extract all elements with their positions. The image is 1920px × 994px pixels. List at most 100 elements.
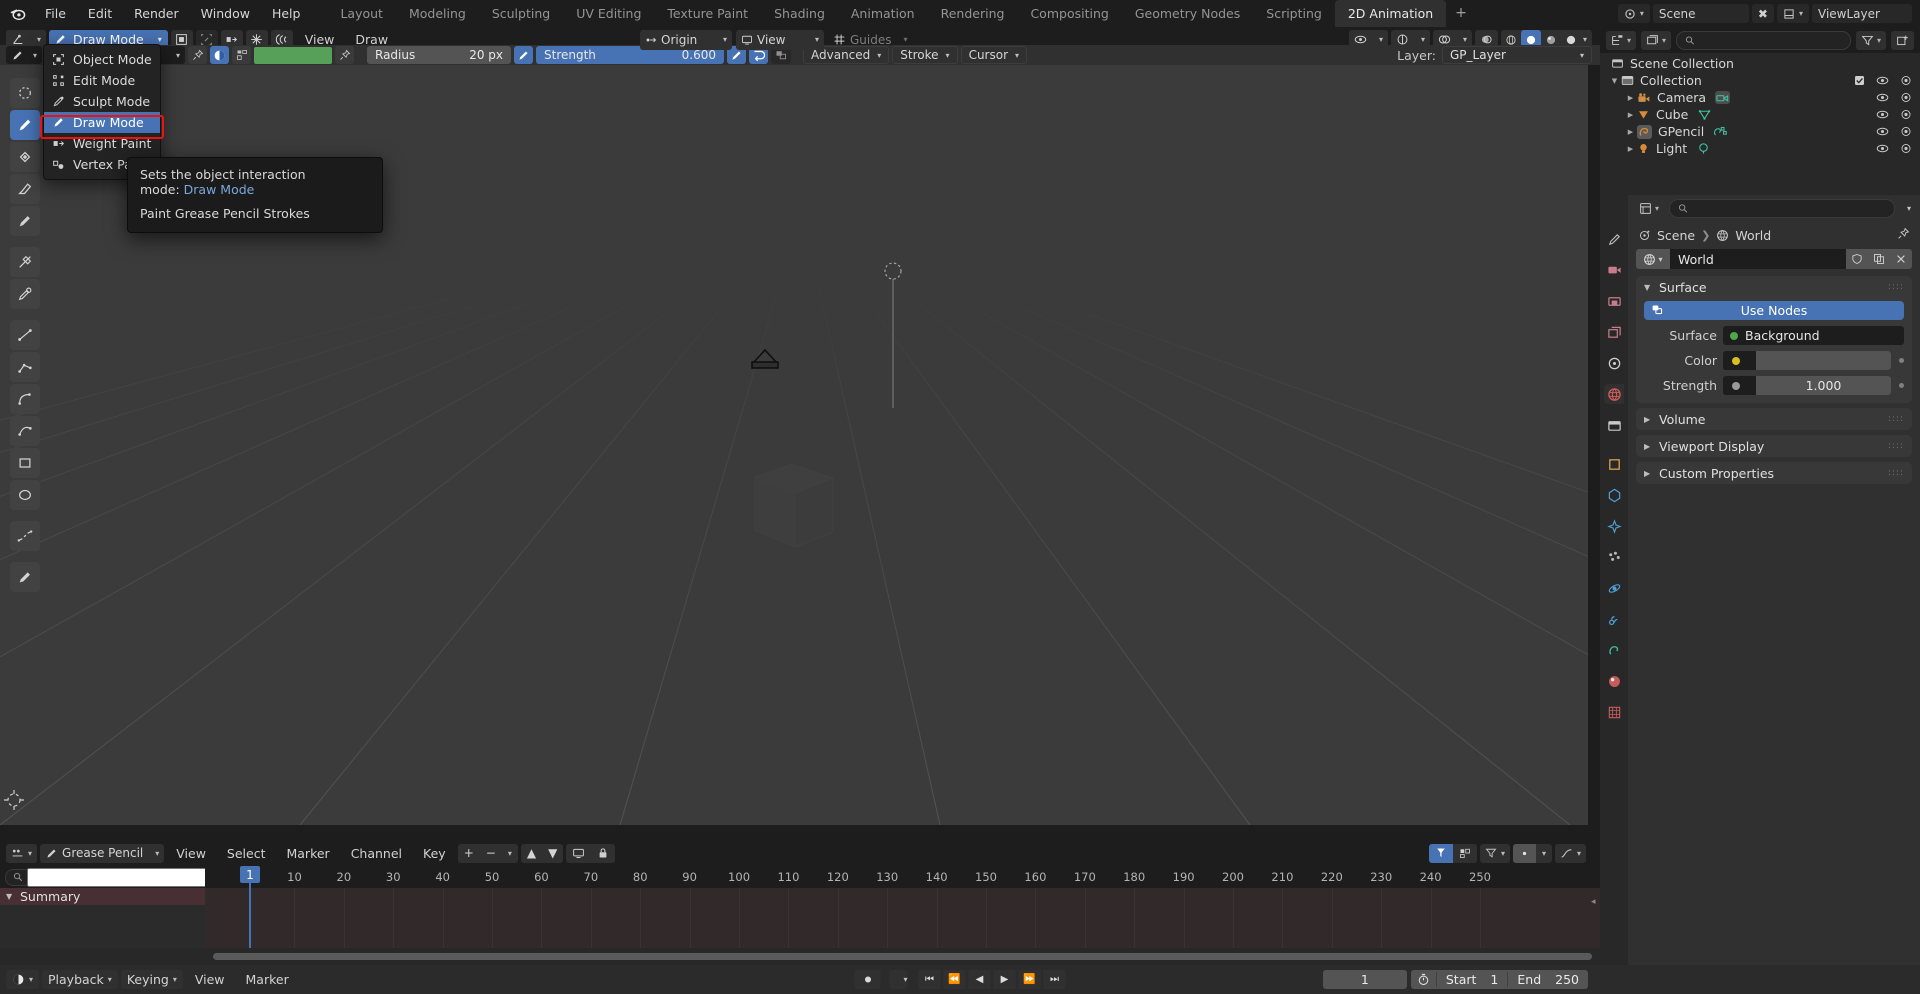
dopesheet-editor-type[interactable]: ▾: [6, 844, 37, 863]
properties-search[interactable]: [1669, 199, 1895, 218]
scene-selector[interactable]: ▾: [1618, 4, 1650, 23]
menu-help[interactable]: Help: [261, 3, 312, 24]
drawing-plane-dropdown[interactable]: View▾: [736, 30, 824, 50]
layer-selector[interactable]: GP_Layer ▾: [1442, 46, 1592, 64]
properties-editor-type[interactable]: ▾: [1634, 199, 1664, 218]
only-selected-toggle[interactable]: [1429, 844, 1453, 863]
auto-keying-chevron[interactable]: ▾: [890, 970, 908, 989]
footer-menu-view[interactable]: View: [186, 972, 234, 987]
menu-item-weight-paint[interactable]: Weight Paint: [44, 133, 160, 154]
current-frame-field[interactable]: 1: [1323, 970, 1407, 989]
workspace-tab-texture-paint[interactable]: Texture Paint: [654, 0, 761, 27]
pin-brush-button[interactable]: [188, 46, 207, 64]
tab-effects[interactable]: [1604, 516, 1624, 536]
channel-search-input[interactable]: [27, 868, 208, 887]
animate-property-dot[interactable]: [1899, 358, 1904, 363]
world-browse-button[interactable]: ▾: [1636, 249, 1670, 269]
surface-panel-header[interactable]: ▼ Surface ::::: [1636, 276, 1912, 298]
radius-pressure-toggle[interactable]: [514, 46, 533, 64]
animate-property-dot[interactable]: [1899, 383, 1904, 388]
dopesheet-menu-view[interactable]: View: [167, 844, 215, 863]
workspace-tab-2d-animation[interactable]: 2D Animation: [1335, 0, 1446, 27]
keying-dropdown[interactable]: Keying▾: [121, 970, 183, 989]
menu-item-edit-mode[interactable]: Edit Mode: [44, 70, 160, 91]
onion-skinning-toggle[interactable]: [566, 844, 591, 863]
remove-keyframe-button[interactable]: −: [480, 844, 502, 863]
tab-collection[interactable]: [1604, 415, 1624, 435]
outliner-row-camera[interactable]: ▶ Camera: [1600, 89, 1920, 106]
keyframe-options-chevron[interactable]: ▾: [502, 844, 518, 863]
lock-to-scene-toggle[interactable]: [591, 844, 615, 863]
eye-icon[interactable]: [1876, 143, 1889, 154]
workspace-tab-scripting[interactable]: Scripting: [1253, 0, 1335, 27]
new-scene-button[interactable]: ✖: [1752, 4, 1774, 23]
menu-edit[interactable]: Edit: [77, 3, 123, 24]
new-collection-button[interactable]: [1891, 31, 1914, 50]
use-preview-range-toggle[interactable]: [1411, 973, 1436, 986]
menu-item-sculpt-mode[interactable]: Sculpt Mode: [44, 91, 160, 112]
dopesheet-menu-select[interactable]: Select: [218, 844, 275, 863]
add-workspace-button[interactable]: +: [1446, 0, 1476, 27]
start-frame-field[interactable]: Start 1: [1436, 972, 1508, 987]
render-camera-icon[interactable]: [1900, 109, 1912, 120]
chevron-right-icon[interactable]: ▶: [1644, 415, 1653, 424]
workspace-tab-layout[interactable]: Layout: [327, 0, 396, 27]
tab-object[interactable]: [1604, 454, 1624, 474]
proportional-edit-toggle[interactable]: [1513, 844, 1536, 863]
outliner-filter[interactable]: ▾: [1856, 31, 1886, 50]
expand-triangle[interactable]: ▶: [1624, 128, 1637, 136]
horizontal-scrollbar[interactable]: [205, 952, 1600, 961]
workspace-tab-sculpting[interactable]: Sculpting: [479, 0, 563, 27]
custom-properties-panel[interactable]: ▶ Custom Properties ::::: [1636, 462, 1912, 484]
render-camera-icon[interactable]: [1900, 92, 1912, 103]
tool-interpolate[interactable]: [10, 521, 40, 551]
viewport-display-panel[interactable]: ▶ Viewport Display ::::: [1636, 435, 1912, 457]
render-camera-icon[interactable]: [1900, 126, 1912, 137]
tool-box[interactable]: [10, 448, 40, 478]
outliner-row-light[interactable]: ▶ Light: [1600, 140, 1920, 157]
viewlayer-name-field[interactable]: ViewLayer: [1812, 4, 1912, 23]
tab-data[interactable]: [1604, 640, 1624, 660]
fake-user-button[interactable]: [1846, 249, 1868, 269]
outliner-search[interactable]: [1676, 31, 1851, 50]
tool-tint[interactable]: [10, 206, 40, 236]
proportional-falloff-chevron[interactable]: ▾: [1536, 844, 1552, 863]
outliner-row-scene-collection[interactable]: Scene Collection: [1600, 55, 1920, 72]
tab-tool[interactable]: [1604, 229, 1624, 249]
playback-dropdown[interactable]: Playback▾: [42, 970, 118, 989]
expand-triangle[interactable]: ▶: [1624, 94, 1637, 102]
expand-triangle[interactable]: ▶: [1624, 145, 1637, 153]
workspace-tab-geometry-nodes[interactable]: Geometry Nodes: [1122, 0, 1253, 27]
material-settings-button[interactable]: [232, 46, 251, 64]
tab-physics[interactable]: [1604, 578, 1624, 598]
blender-logo-icon[interactable]: [0, 5, 34, 22]
tab-render[interactable]: [1604, 260, 1624, 280]
tab-texture[interactable]: [1604, 702, 1624, 722]
auto-keying-toggle[interactable]: [855, 970, 881, 989]
unlink-world-button[interactable]: [1890, 249, 1912, 269]
tool-line[interactable]: [10, 320, 40, 350]
unified-color-toggle[interactable]: [210, 46, 229, 64]
jump-to-end-button[interactable]: ⏭: [1044, 970, 1066, 989]
expand-triangle[interactable]: ▶: [1624, 111, 1637, 119]
surface-value-field[interactable]: Background: [1723, 326, 1904, 345]
jump-next-keyframe-button[interactable]: ⏩: [1019, 970, 1041, 989]
tab-scene[interactable]: [1604, 353, 1624, 373]
workspace-tab-rendering[interactable]: Rendering: [928, 0, 1018, 27]
duplicate-world-button[interactable]: [1868, 249, 1890, 269]
summary-channel[interactable]: ▼ Summary: [0, 888, 205, 905]
outliner-search-input[interactable]: [1700, 33, 1842, 47]
tool-circle[interactable]: [10, 480, 40, 510]
play-reverse-button[interactable]: ◀: [969, 970, 991, 989]
render-camera-icon[interactable]: [1900, 143, 1912, 154]
footer-menu-marker[interactable]: Marker: [237, 972, 298, 987]
outliner-row-gpencil[interactable]: ▶ GPencil: [1600, 123, 1920, 140]
use-nodes-button[interactable]: Use Nodes: [1644, 301, 1904, 320]
tab-modifiers[interactable]: [1604, 485, 1624, 505]
tool-erase[interactable]: [10, 174, 40, 204]
jump-to-start-button[interactable]: ⏮: [919, 970, 941, 989]
tool-cutter[interactable]: [10, 247, 40, 277]
interpolation-dropdown[interactable]: ▾: [1555, 844, 1586, 863]
color-swatch-field[interactable]: [1756, 351, 1891, 370]
tab-world[interactable]: [1604, 384, 1624, 404]
